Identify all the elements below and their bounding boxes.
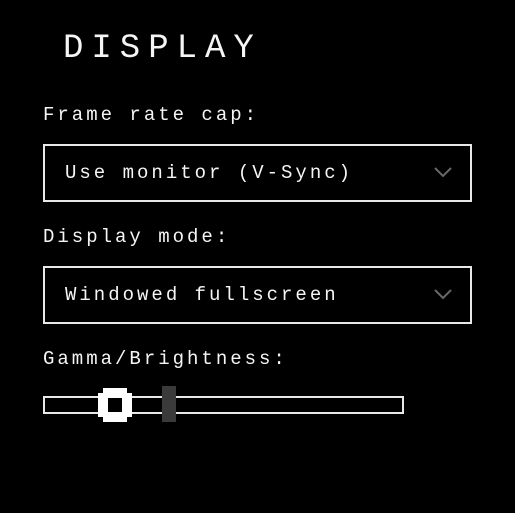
display-mode-field: Display mode: Windowed fullscreen [35, 226, 480, 324]
frame-rate-field: Frame rate cap: Use monitor (V-Sync) [35, 104, 480, 202]
gamma-field: Gamma/Brightness: [35, 348, 480, 422]
display-mode-label: Display mode: [43, 226, 472, 248]
gamma-slider-track [43, 396, 404, 414]
gamma-label: Gamma/Brightness: [43, 348, 472, 370]
display-mode-value: Windowed fullscreen [65, 284, 339, 306]
gamma-default-marker [162, 386, 176, 422]
frame-rate-label: Frame rate cap: [43, 104, 472, 126]
frame-rate-select[interactable]: Use monitor (V-Sync) [43, 144, 472, 202]
frame-rate-value: Use monitor (V-Sync) [65, 162, 353, 184]
page-title: DISPLAY [63, 30, 480, 68]
chevron-down-icon [434, 289, 452, 301]
gamma-slider[interactable] [43, 388, 472, 422]
gamma-slider-thumb[interactable] [98, 388, 132, 422]
display-mode-select[interactable]: Windowed fullscreen [43, 266, 472, 324]
chevron-down-icon [434, 167, 452, 179]
